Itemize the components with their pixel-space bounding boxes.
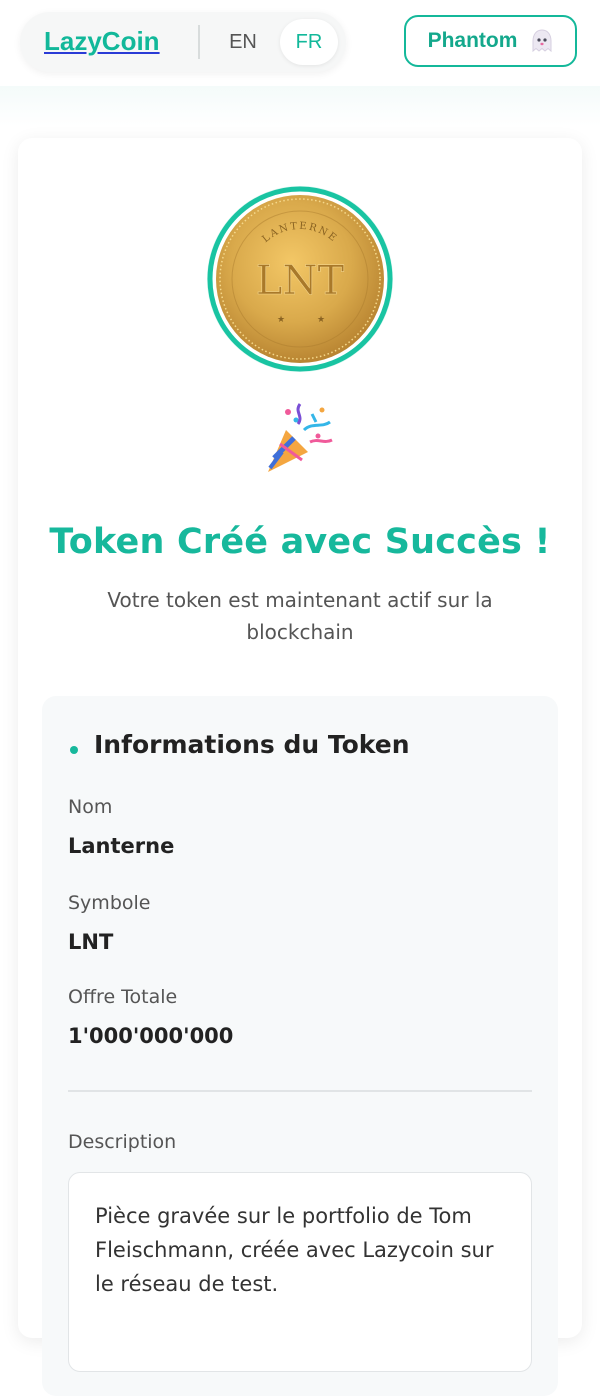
- token-coin-image: LANTERNE LNT ★ ★: [207, 186, 393, 372]
- svg-text:★: ★: [277, 315, 285, 325]
- coin-symbol: LNT: [256, 258, 345, 304]
- language-fr-button[interactable]: FR: [280, 19, 338, 65]
- header-shadow: [0, 86, 600, 126]
- success-subtitle: Votre token est maintenant actif sur la …: [107, 588, 493, 644]
- success-card: LANTERNE LNT ★ ★ Token Créé avec Succès …: [18, 138, 582, 1396]
- field-supply-label: Offre Totale: [68, 986, 178, 1008]
- lazycoin-logo-link[interactable]: LazyCoin: [44, 26, 160, 57]
- success-title: Token Créé avec Succès !: [49, 522, 551, 562]
- field-name-value: Lanterne: [68, 834, 175, 858]
- token-info-title: Informations du Token: [94, 730, 410, 759]
- field-symbol-label: Symbole: [68, 892, 151, 914]
- brand-language-bar: LazyCoin EN FR: [20, 12, 346, 72]
- section-bullet-icon: [70, 746, 78, 754]
- phantom-wallet-button[interactable]: Phantom: [404, 15, 577, 67]
- svg-text:★: ★: [317, 315, 325, 325]
- top-header: LazyCoin EN FR Phantom: [0, 0, 600, 87]
- divider: [68, 1090, 532, 1092]
- description-box: Pièce gravée sur le portfolio de Tom Fle…: [68, 1172, 532, 1372]
- field-symbol-value: LNT: [68, 930, 114, 954]
- party-popper-icon: [268, 403, 333, 472]
- wallet-button-label: Phantom: [427, 29, 518, 52]
- description-text: Pièce gravée sur le portfolio de Tom Fle…: [95, 1204, 494, 1296]
- description-label: Description: [68, 1131, 177, 1153]
- separator: [198, 25, 200, 59]
- field-name-label: Nom: [68, 796, 113, 818]
- phantom-ghost-icon: [532, 29, 552, 53]
- token-info-panel: Informations du Token Nom Lanterne Symbo…: [42, 696, 558, 1396]
- field-supply-value: 1'000'000'000: [68, 1024, 234, 1048]
- language-en-button[interactable]: EN: [214, 19, 272, 65]
